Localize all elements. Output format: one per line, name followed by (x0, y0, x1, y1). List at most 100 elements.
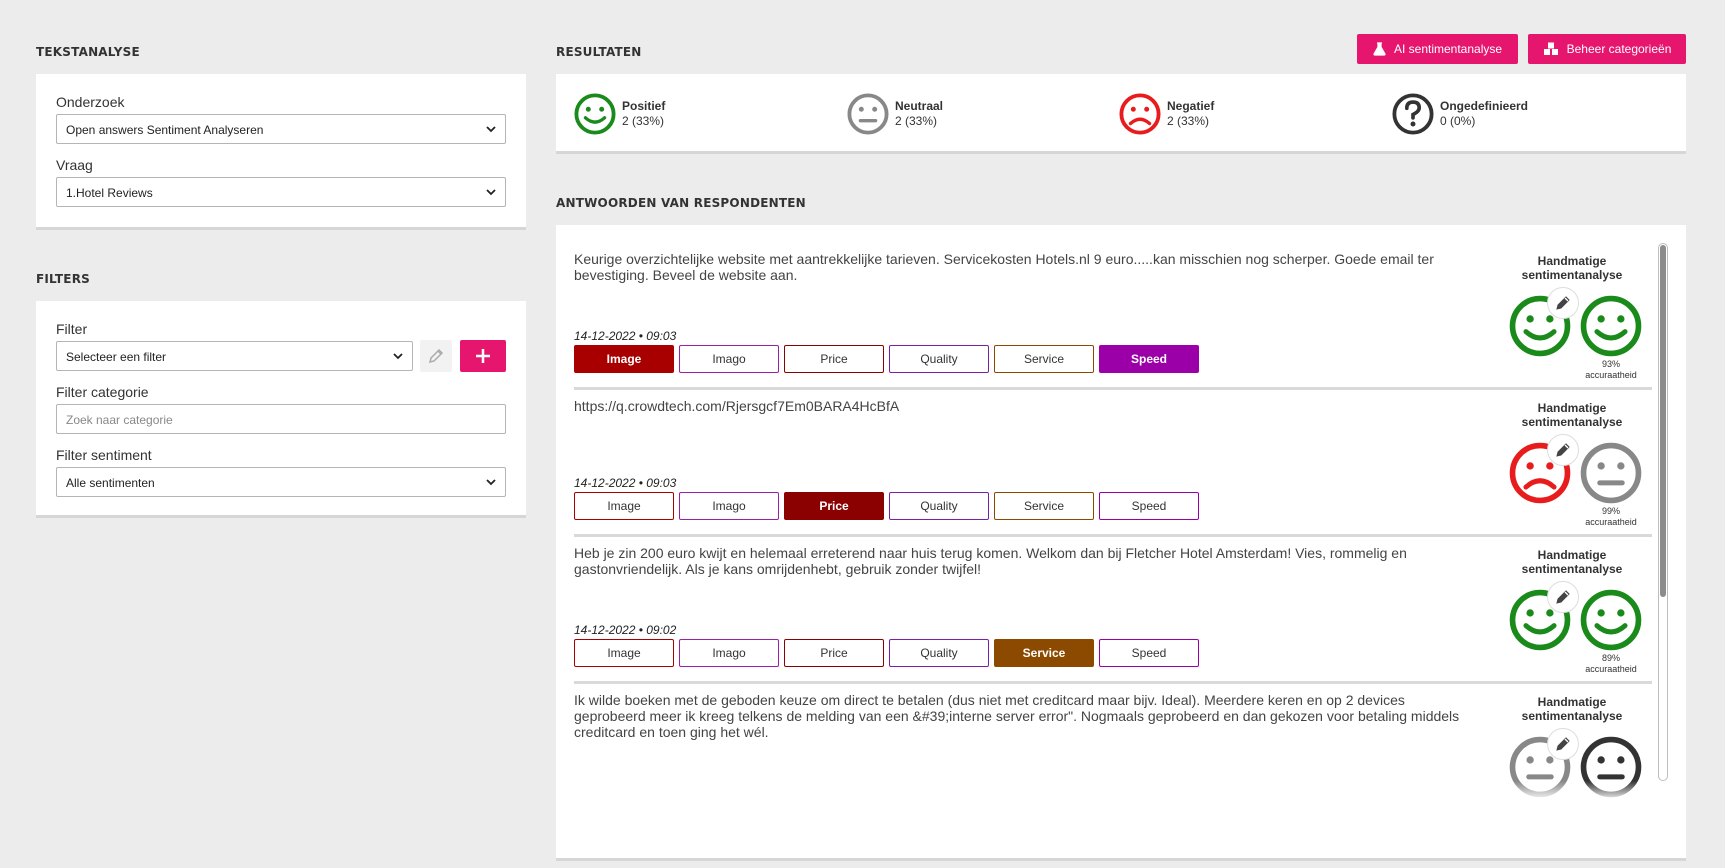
answer-date: 14-12-2022 • 09:03 (574, 476, 677, 490)
manual-sentiment-label: Handmatige sentimentanalyse (1521, 401, 1623, 429)
tag-quality[interactable]: Quality (889, 492, 989, 520)
scrollbar-thumb[interactable] (1660, 245, 1666, 597)
edit-sentiment-button[interactable] (1547, 434, 1579, 466)
answer-item: https://q.crowdtech.com/Rjersgcf7Em0BARA… (574, 390, 1652, 537)
vraag-select[interactable]: 1.Hotel Reviews (56, 177, 506, 207)
edit-sentiment-button[interactable] (1547, 581, 1579, 613)
edit-sentiment-button[interactable] (1547, 287, 1579, 319)
onderzoek-select[interactable]: Open answers Sentiment Analyseren (56, 114, 506, 144)
manual-sentiment-label: Handmatige sentimentanalyse (1521, 548, 1623, 576)
tag-speed[interactable]: Speed (1099, 345, 1199, 373)
answers-list[interactable]: Keurige overzichtelijke website met aant… (556, 243, 1657, 801)
answer-date: 14-12-2022 • 09:02 (574, 623, 677, 637)
manage-categories-label: Beheer categorieën (1566, 42, 1672, 56)
tag-image[interactable]: Image (574, 639, 674, 667)
answers-card: Keurige overzichtelijke website met aant… (556, 225, 1686, 861)
onderzoek-value: Open answers Sentiment Analyseren (66, 123, 264, 137)
answer-text: Keurige overzichtelijke website met aant… (574, 251, 1434, 283)
tekstanalyse-title: TEKSTANALYSE (36, 45, 140, 59)
answer-text: https://q.crowdtech.com/Rjersgcf7Em0BARA… (574, 398, 900, 414)
manual-sentiment: Handmatige sentimentanalyse 89% accuraathe… (1492, 537, 1652, 684)
answer-item: Heb je zin 200 euro kwijt en helemaal er… (574, 537, 1652, 684)
accuracy-label: accuraatheid (1585, 517, 1637, 527)
filters-title: FILTERS (36, 272, 90, 286)
happy-face-icon (574, 93, 616, 135)
ai-accuracy: 99% accuraatheid (1580, 506, 1642, 528)
tag-service[interactable]: Service (994, 492, 1094, 520)
edit-filter-button[interactable] (420, 340, 452, 372)
chevron-down-icon (486, 479, 496, 486)
accuracy-value: 93% (1601, 359, 1620, 369)
filter-sentiment-value: Alle sentimenten (66, 476, 155, 490)
pencil-icon (1556, 590, 1570, 604)
chevron-down-icon (486, 126, 496, 133)
flask-icon (1373, 42, 1386, 56)
tag-image[interactable]: Image (574, 345, 674, 373)
summary-positive: Positief 2 (33%) (574, 92, 665, 136)
neutral-face-icon (1580, 442, 1642, 504)
summary-neutral: Neutraal 2 (33%) (847, 92, 943, 136)
ai-accuracy: 89% accuraatheid (1580, 653, 1642, 675)
vraag-value: 1.Hotel Reviews (66, 186, 153, 200)
sad-face-icon (1119, 93, 1161, 135)
tekstanalyse-card: Onderzoek Open answers Sentiment Analyse… (36, 74, 526, 230)
ai-sentiment-button[interactable]: AI sentimentanalyse (1357, 34, 1518, 64)
add-filter-button[interactable] (460, 340, 506, 372)
vraag-label: Vraag (56, 157, 93, 173)
manual-sentiment: Handmatige sentimentanalyse 93% accuraathe… (1492, 243, 1652, 390)
chevron-down-icon (486, 189, 496, 196)
answer-text: Ik wilde boeken met de geboden keuze om … (574, 692, 1460, 740)
filter-sentiment-label: Filter sentiment (56, 447, 152, 463)
tag-speed[interactable]: Speed (1099, 492, 1199, 520)
manual-sentiment: Handmatige sentimentanalyse 99% accuraathe… (1492, 390, 1652, 537)
summary-neutral-name: Neutraal (895, 99, 944, 113)
answer-date: 14-12-2022 • 09:03 (574, 329, 677, 343)
happy-face-icon (1580, 589, 1642, 651)
pencil-icon (1556, 737, 1570, 751)
accuracy-value: 89% (1601, 653, 1620, 663)
accuracy-label: accuraatheid (1585, 664, 1637, 674)
summary-positive-name: Positief (622, 99, 666, 113)
pencil-icon (1556, 296, 1570, 310)
category-tags: Image Imago Price Quality Service Speed (574, 639, 1199, 667)
tag-imago[interactable]: Imago (679, 492, 779, 520)
tag-quality[interactable]: Quality (889, 345, 989, 373)
summary-negative-value: 2 (33%) (1167, 114, 1210, 128)
onderzoek-label: Onderzoek (56, 94, 125, 110)
results-summary-card: Positief 2 (33%) Neutraal 2 (33%) Negatief… (556, 74, 1686, 154)
edit-sentiment-button[interactable] (1547, 728, 1579, 760)
answers-scrollbar[interactable] (1658, 243, 1668, 781)
plus-icon (476, 349, 490, 363)
list-fade (556, 781, 1657, 801)
filter-sentiment-select[interactable]: Alle sentimenten (56, 467, 506, 497)
answer-item: Keurige overzichtelijke website met aant… (574, 243, 1652, 390)
filter-select[interactable]: Selecteer een filter (56, 341, 413, 371)
summary-neutral-value: 2 (33%) (895, 114, 938, 128)
tag-imago[interactable]: Imago (679, 345, 779, 373)
tag-price[interactable]: Price (784, 639, 884, 667)
filter-categorie-label: Filter categorie (56, 384, 149, 400)
manual-sentiment-label: Handmatige sentimentanalyse (1521, 254, 1623, 282)
pencil-icon (428, 348, 444, 364)
tag-image[interactable]: Image (574, 492, 674, 520)
resultaten-title: RESULTATEN (556, 45, 642, 59)
manage-categories-button[interactable]: Beheer categorieën (1528, 34, 1686, 64)
tag-speed[interactable]: Speed (1099, 639, 1199, 667)
tag-quality[interactable]: Quality (889, 639, 989, 667)
answer-text: Heb je zin 200 euro kwijt en helemaal er… (574, 545, 1407, 577)
category-tags: Image Imago Price Quality Service Speed (574, 345, 1199, 373)
cubes-icon (1543, 42, 1558, 55)
neutral-face-icon (847, 93, 889, 135)
ai-sentiment-label: AI sentimentanalyse (1393, 42, 1503, 56)
filters-card: Filter Selecteer een filter Filter categ… (36, 301, 526, 518)
tag-price[interactable]: Price (784, 492, 884, 520)
tag-price[interactable]: Price (784, 345, 884, 373)
tag-imago[interactable]: Imago (679, 639, 779, 667)
filter-categorie-input[interactable]: Zoek naar categorie (56, 404, 506, 434)
filter-label: Filter (56, 321, 88, 337)
tag-service[interactable]: Service (994, 345, 1094, 373)
happy-face-icon (1580, 295, 1642, 357)
tag-service[interactable]: Service (994, 639, 1094, 667)
category-tags: Image Imago Price Quality Service Speed (574, 492, 1199, 520)
summary-negative: Negatief 2 (33%) (1119, 92, 1214, 136)
